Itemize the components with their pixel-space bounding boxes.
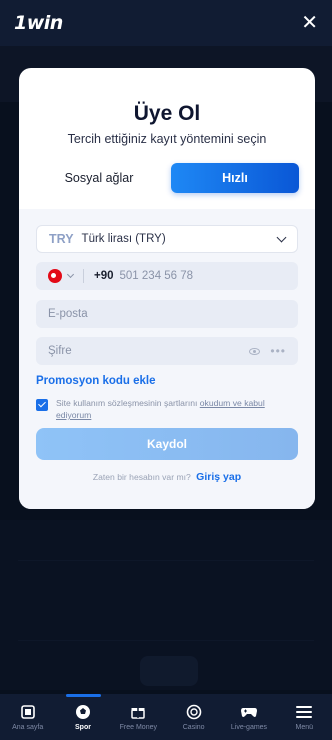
login-prompt-row: Zaten bir hesabın var mı? Giriş yap — [19, 471, 315, 483]
chip-icon — [185, 703, 203, 721]
nav-label: Live-games — [230, 724, 268, 731]
more-icon[interactable]: ••• — [270, 344, 286, 358]
terms-checkbox[interactable] — [36, 399, 48, 411]
currency-select[interactable]: TRY Türk lirası (TRY) — [36, 225, 298, 253]
home-icon — [19, 703, 37, 721]
divider — [83, 269, 84, 283]
terms-text: Site kullanım sözleşmesinin şartlarını o… — [56, 397, 298, 421]
register-button[interactable]: Kaydol — [36, 428, 298, 460]
turkey-flag-icon[interactable] — [48, 269, 62, 283]
nav-label: Free Money — [119, 724, 157, 731]
nav-label: Casino — [182, 724, 205, 731]
promo-code-link[interactable]: Promosyon kodu ekle — [36, 375, 156, 387]
nav-item-home[interactable]: Ana sayfa — [0, 694, 55, 740]
chevron-down-icon — [276, 232, 287, 242]
modal-title: Üye Ol — [133, 102, 201, 125]
password-field[interactable]: Şifre ••• — [36, 337, 298, 365]
dial-code: +90 — [94, 270, 114, 282]
password-placeholder: Şifre — [48, 345, 72, 357]
gamepad-icon — [240, 703, 258, 721]
login-link[interactable]: Giriş yap — [196, 471, 241, 483]
phone-placeholder: 501 234 56 78 — [119, 270, 194, 282]
tab-fast[interactable]: Hızlı — [171, 163, 299, 193]
nav-item-sport[interactable]: Spor — [55, 694, 110, 740]
register-modal: Üye Ol Tercih ettiğiniz kayıt yöntemini … — [19, 68, 315, 509]
gift-icon — [129, 703, 147, 721]
nav-label: Ana sayfa — [12, 724, 44, 731]
nav-item-casino[interactable]: Casino — [166, 694, 221, 740]
register-method-tabs: Sosyal ağlar Hızlı — [35, 163, 299, 193]
nav-item-free-money[interactable]: Free Money — [111, 694, 166, 740]
email-placeholder: E-posta — [48, 308, 88, 320]
nav-item-menu[interactable]: Menü — [277, 694, 332, 740]
chevron-down-icon[interactable] — [66, 270, 75, 279]
currency-name: Türk lirası (TRY) — [81, 233, 166, 245]
email-field[interactable]: E-posta — [36, 300, 298, 328]
currency-code: TRY — [49, 232, 74, 246]
close-icon[interactable]: ✕ — [301, 13, 318, 33]
logo: 1win — [14, 12, 63, 34]
terms-label: Site kullanım sözleşmesinin şartlarını — [56, 398, 198, 408]
menu-icon — [295, 703, 313, 721]
top-bar: 1win ✕ — [0, 0, 332, 46]
eye-icon[interactable] — [249, 347, 261, 355]
bottom-nav: Ana sayfa Spor Free Money Casino Live-ga… — [0, 694, 332, 740]
football-icon — [74, 703, 92, 721]
login-prompt: Zaten bir hesabın var mı? — [92, 472, 191, 482]
tab-social-networks[interactable]: Sosyal ağlar — [35, 163, 163, 193]
modal-subtitle: Tercih ettiğiniz kayıt yöntemini seçin — [67, 132, 267, 146]
nav-label: Spor — [75, 724, 91, 731]
register-form: TRY Türk lirası (TRY) +90 501 234 56 78 … — [19, 209, 315, 509]
nav-item-live-games[interactable]: Live-games — [221, 694, 276, 740]
phone-field[interactable]: +90 501 234 56 78 — [36, 262, 298, 290]
active-tab-indicator — [66, 694, 101, 697]
nav-label: Menü — [295, 724, 314, 731]
terms-agreement: Site kullanım sözleşmesinin şartlarını o… — [36, 397, 298, 421]
